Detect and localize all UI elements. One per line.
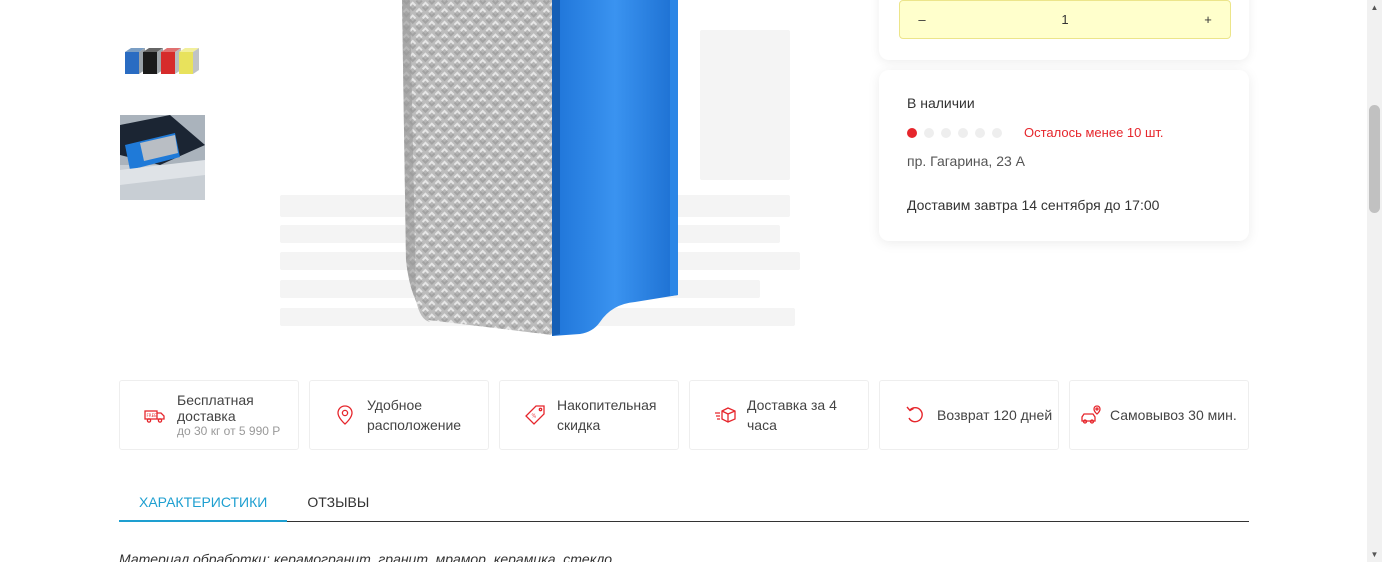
feature-fast-delivery: Доставка за 4 часа [689, 380, 869, 450]
stock-level-dot [907, 127, 917, 138]
car-pin-icon [1080, 404, 1102, 426]
diamond-pad-image [280, 0, 800, 336]
feature-location: Удобное расположение [309, 380, 489, 450]
feature-label: Самовывоз 30 мин. [1110, 407, 1237, 423]
feature-label: Возврат 120 дней [937, 407, 1053, 423]
feature-label: Накопительная скидка [557, 397, 657, 433]
page-scrollbar[interactable]: ▲ ▼ [1367, 0, 1382, 562]
feature-sublabel: до 30 кг от 5 990 Р [177, 424, 281, 438]
quantity-minus-button[interactable]: – [914, 12, 930, 27]
stock-card: В наличии Осталось менее 10 шт. пр. Гага… [879, 70, 1249, 241]
feature-label: Доставка за 4 часа [747, 397, 837, 433]
feature-return: Возврат 120 дней [879, 380, 1059, 450]
stock-level-dot [975, 127, 985, 138]
quantity-plus-button[interactable]: + [1200, 12, 1216, 27]
quantity-stepper: – 1 + [899, 0, 1231, 39]
scroll-up-arrow-icon[interactable]: ▲ [1370, 3, 1379, 12]
quantity-card: – 1 + [879, 0, 1249, 60]
main-product-image[interactable] [260, 0, 820, 350]
scroll-down-arrow-icon[interactable]: ▼ [1370, 550, 1379, 559]
fast-box-icon [714, 404, 736, 426]
stock-level-dot [992, 127, 1002, 138]
feature-discount: % Накопительная скидка [499, 380, 679, 450]
product-tabs: Характеристики Отзывы [119, 483, 1249, 522]
delivery-date: Доставим завтра 14 сентября до 17:00 [907, 197, 1160, 213]
feature-label: Удобное расположение [367, 397, 462, 433]
stock-level-dot [941, 127, 951, 138]
product-colors-image [120, 18, 205, 103]
feature-free-delivery: FREE Бесплатная доставка до 30 кг от 5 9… [119, 380, 299, 450]
features-row: FREE Бесплатная доставка до 30 кг от 5 9… [119, 380, 1249, 450]
svg-text:FREE: FREE [147, 413, 158, 418]
characteristics-text: Материал обработки: керамогранит, гранит… [119, 551, 613, 562]
svg-text:%: % [532, 414, 537, 420]
tab-characteristics[interactable]: Характеристики [119, 483, 288, 522]
location-pin-icon [334, 404, 356, 426]
thumbnail-in-use[interactable] [120, 115, 205, 200]
price-tag-icon: % [524, 404, 546, 426]
stock-status: В наличии [907, 95, 975, 111]
product-in-use-image [120, 115, 205, 200]
feature-label: Бесплатная доставка [177, 392, 254, 424]
thumbnail-colors[interactable] [120, 18, 205, 103]
tab-reviews[interactable]: Отзывы [287, 483, 389, 522]
truck-icon: FREE [144, 404, 166, 426]
quantity-input[interactable]: 1 [930, 12, 1200, 27]
stock-level-dot [958, 127, 968, 138]
scroll-thumb[interactable] [1369, 105, 1380, 213]
stock-level: Осталось менее 10 шт. [907, 125, 1221, 140]
store-address: пр. Гагарина, 23 А [907, 153, 1026, 169]
stock-level-dot [924, 127, 934, 138]
return-arrow-icon [904, 404, 926, 426]
stock-remaining: Осталось менее 10 шт. [1024, 125, 1164, 140]
feature-pickup: Самовывоз 30 мин. [1069, 380, 1249, 450]
